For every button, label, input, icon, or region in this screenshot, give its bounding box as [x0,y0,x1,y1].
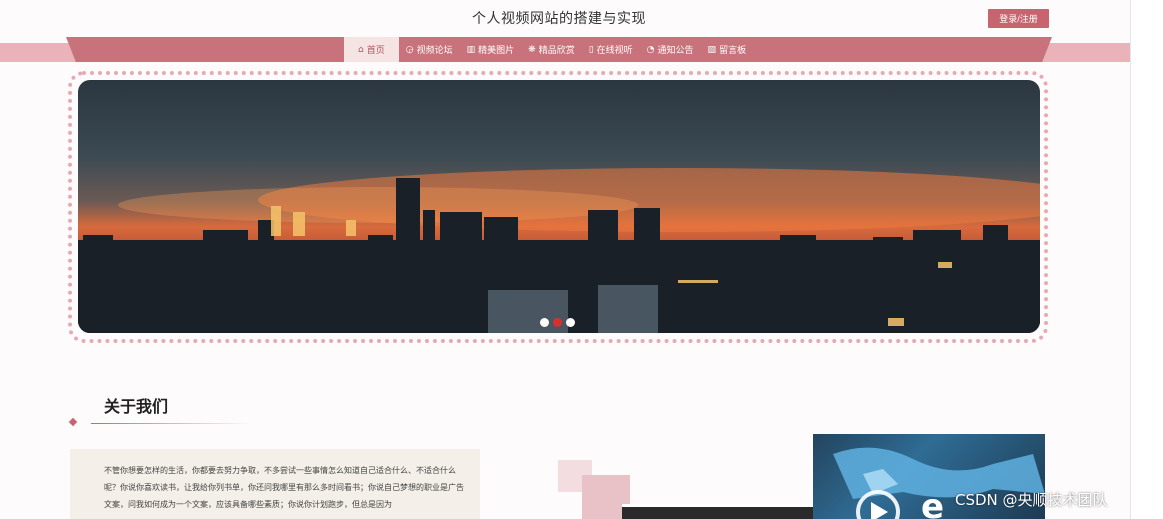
image-icon: ▥ [466,44,476,55]
carousel-dot[interactable] [540,318,549,327]
main-nav: ⌂ 首页 ◶ 视频论坛 ▥ 精美图片 ❋ 精品欣赏 ▯ 在线视听 ◔ 通知公告 … [344,37,753,62]
about-text: 不管你想要怎样的生活，你都要去努力争取，不多尝试一些事情怎么知道自己适合什么、不… [70,449,480,519]
page: 个人视频网站的搭建与实现 登录/注册 ⌂ 首页 ◶ 视频论坛 ▥ 精美图片 ❋ … [0,0,1130,519]
watermark: CSDN @央顺技术团队 [955,491,1108,509]
nav-item-showcase[interactable]: ❋ 精品欣赏 [521,37,582,62]
nav-item-images[interactable]: ▥ 精美图片 [460,37,522,62]
about-title: 关于我们 [104,397,169,416]
site-title: 个人视频网站的搭建与实现 [472,11,646,27]
forum-icon: ◶ [405,44,414,55]
nav-item-video-forum[interactable]: ◶ 视频论坛 [399,37,460,62]
carousel-indicators [540,318,575,327]
city-skyline-image [78,168,1040,333]
scrollbar-area[interactable] [1130,0,1163,519]
nav-item-home[interactable]: ⌂ 首页 [344,37,399,62]
diamond-icon [68,417,78,427]
nav-item-label: 精美图片 [478,46,515,56]
home-icon: ⌂ [358,44,364,55]
login-register-button[interactable]: 登录/注册 [988,9,1049,28]
bell-icon: ◔ [646,44,655,55]
nav-item-label: 通知公告 [657,46,694,56]
banner-carousel[interactable] [78,80,1040,333]
nav-item-notices[interactable]: ◔ 通知公告 [640,37,701,62]
nav-item-online-view[interactable]: ▯ 在线视听 [582,37,640,62]
nav-item-label: 留言板 [719,46,747,56]
nav-item-label: 在线视听 [596,46,633,56]
edit-icon: ▧ [707,44,717,55]
svg-text:e: e [921,487,944,519]
carousel-dot[interactable] [566,318,575,327]
document-icon: ▯ [588,44,594,55]
divider [91,423,251,424]
dark-card [622,504,834,519]
nav-item-message-board[interactable]: ▧ 留言板 [701,37,754,62]
nav-item-label: 首页 [366,46,385,56]
nav-item-label: 精品欣赏 [538,46,575,56]
nav-item-label: 视频论坛 [416,46,453,56]
flower-icon: ❋ [528,44,536,55]
carousel-dot-active[interactable] [553,318,562,327]
